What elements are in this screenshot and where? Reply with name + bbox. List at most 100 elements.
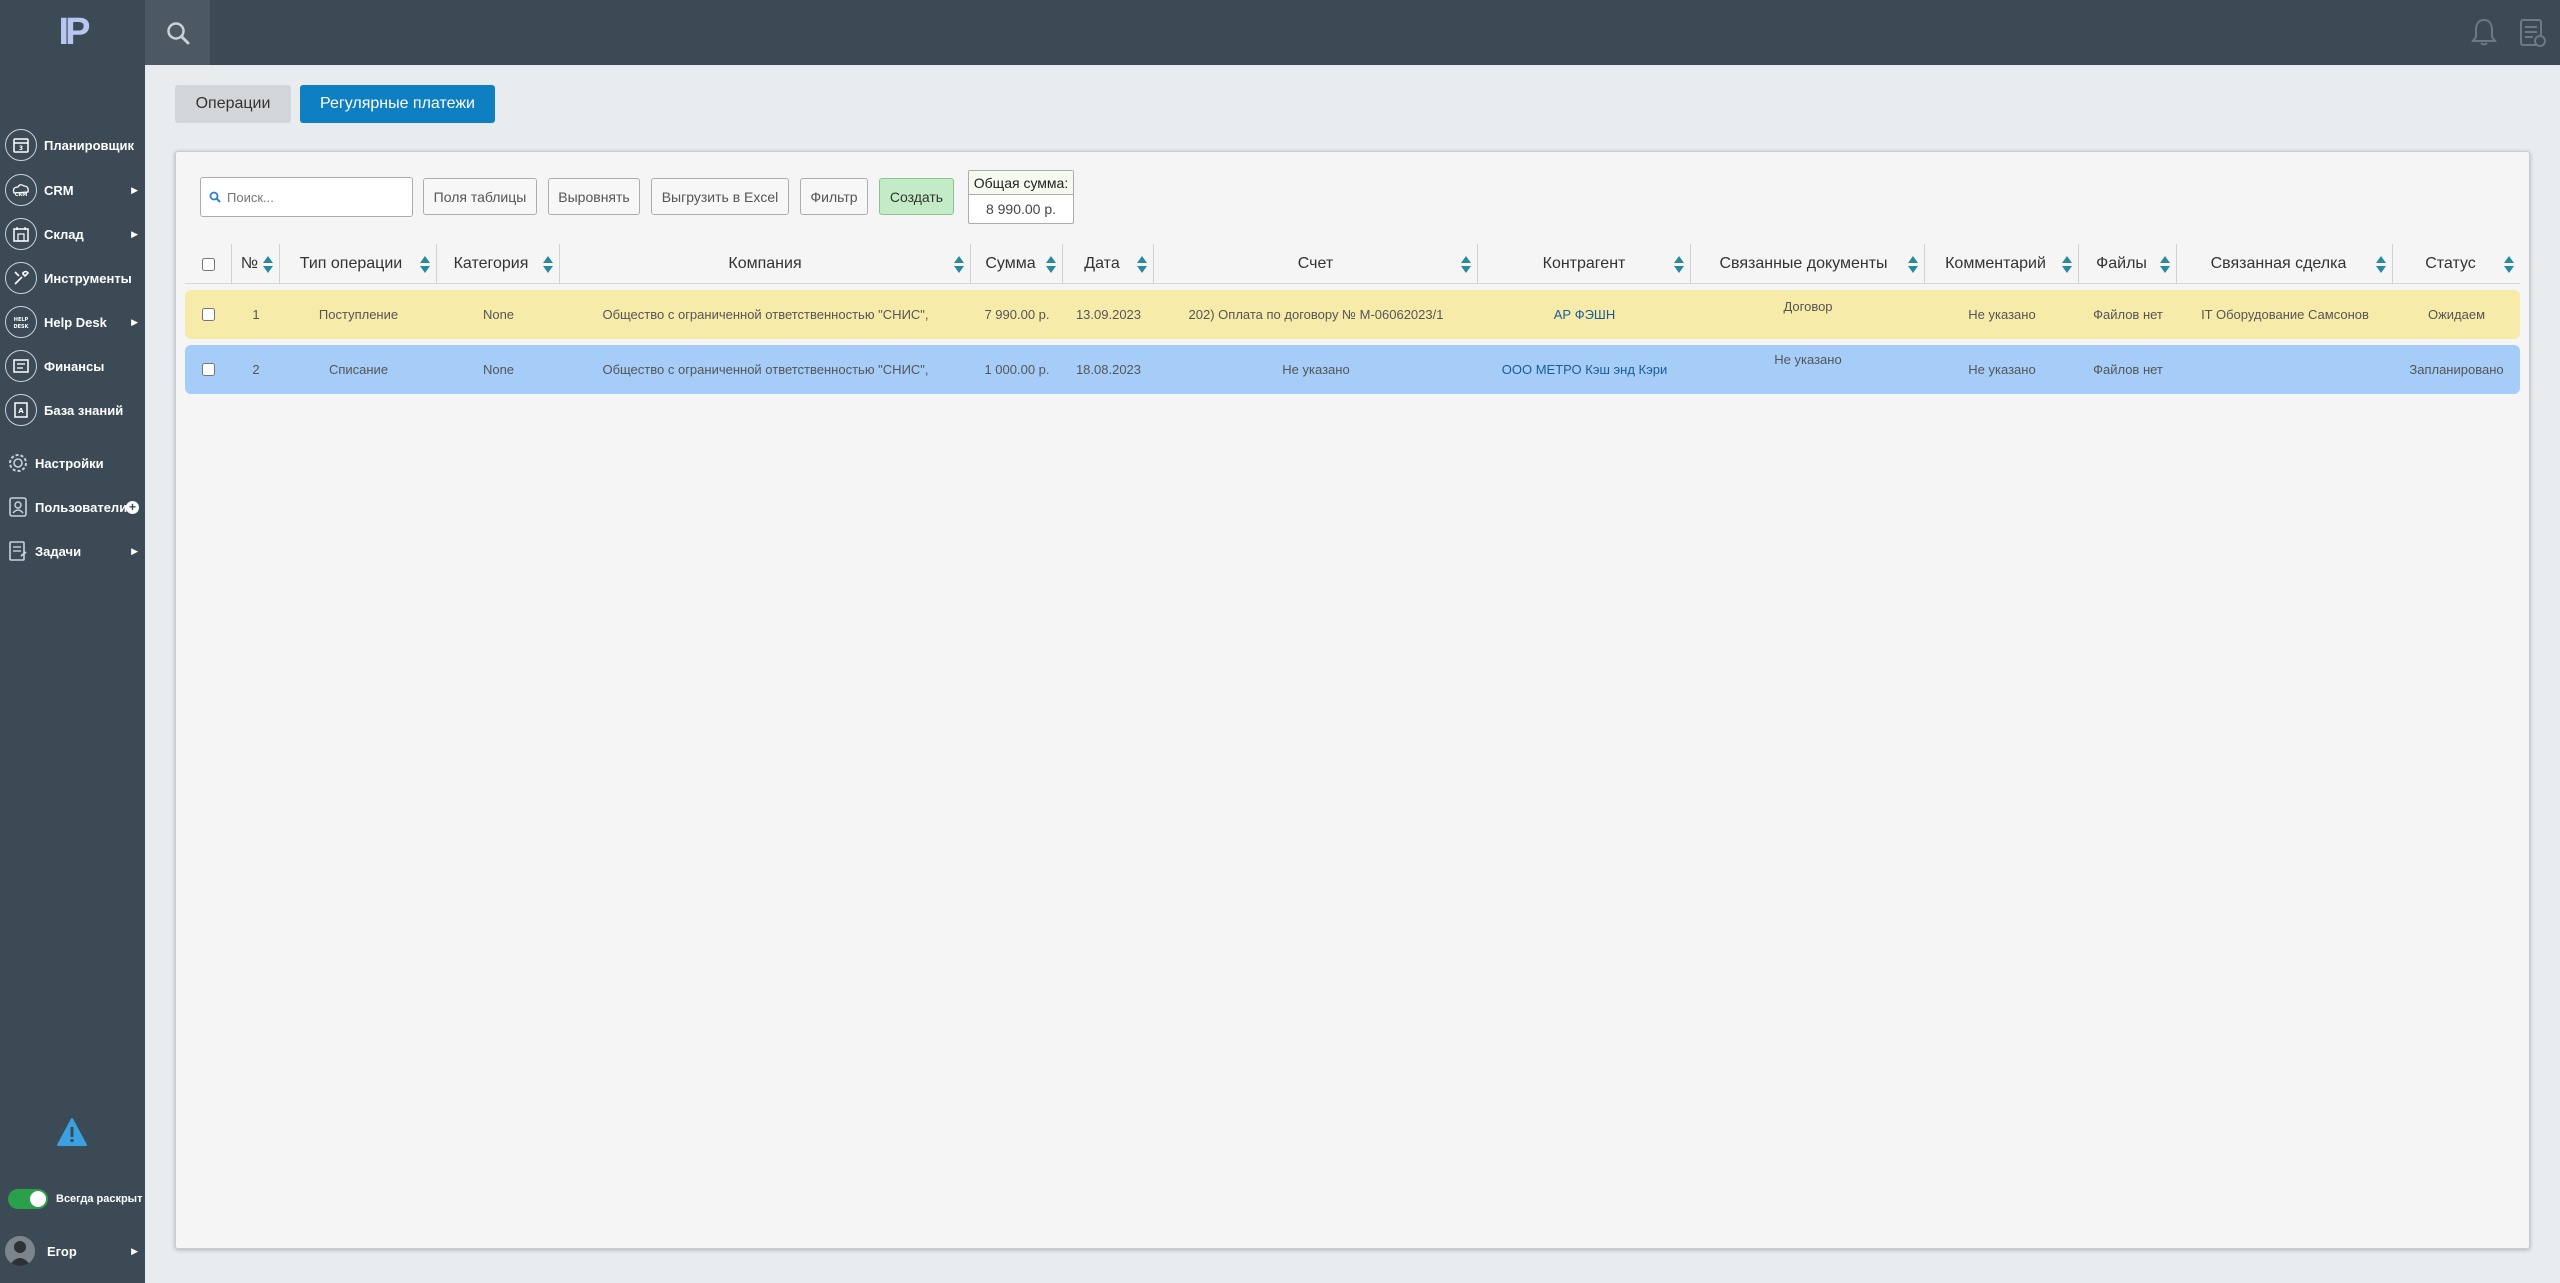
column-docs[interactable]: Связанные документы [1691, 244, 1925, 284]
sidebar-item-tasks[interactable]: Задачи ▶ [0, 531, 145, 571]
sort-icon[interactable] [1908, 256, 1918, 274]
table-row[interactable]: 2 Списание None Общество с ограниченной … [185, 345, 2520, 394]
sidebar-item-knowledge[interactable]: A База знаний [0, 390, 145, 430]
sidebar-item-finance[interactable]: Финансы [0, 346, 145, 386]
sidebar-item-label: CRM [44, 182, 74, 198]
column-sum[interactable]: Сумма [971, 244, 1063, 284]
top-bar: IP [0, 0, 2560, 65]
cell-type: Поступление [318, 307, 399, 322]
column-comment[interactable]: Комментарий [1925, 244, 2079, 284]
align-button[interactable]: Выровнять [548, 178, 640, 215]
sort-icon[interactable] [543, 256, 553, 274]
tab-regular-payments[interactable]: Регулярные платежи [300, 85, 495, 123]
sidebar-item-label: Планировщик [44, 137, 135, 153]
column-label: Сумма [985, 255, 1036, 272]
warehouse-icon [5, 218, 37, 250]
tasks-list-button[interactable] [2514, 14, 2550, 50]
sidebar-item-planner[interactable]: 3 Планировщик [0, 125, 145, 165]
sidebar-item-settings[interactable]: Настройки [0, 443, 145, 483]
row-checkbox[interactable] [202, 363, 215, 376]
column-label: Тип операции [299, 255, 403, 272]
cell-category: None [482, 362, 515, 377]
search-icon [209, 191, 221, 203]
related-deal-link[interactable]: IT Оборудование Самсонов [2177, 290, 2393, 339]
column-date[interactable]: Дата [1063, 244, 1154, 284]
sort-icon[interactable] [1461, 256, 1471, 274]
counterparty-link[interactable]: АР ФЭШН [1478, 290, 1691, 339]
sort-icon[interactable] [954, 256, 964, 274]
column-company[interactable]: Компания [560, 244, 971, 284]
tasks-icon [5, 535, 31, 567]
search-field[interactable] [225, 188, 405, 206]
cell-sum: 1 000.00 р. [984, 362, 1050, 377]
always-expanded-row: Всегда раскрыт [8, 1189, 142, 1209]
gear-icon [5, 447, 31, 479]
column-label: Компания [728, 255, 802, 272]
column-type[interactable]: Тип операции [280, 244, 437, 284]
cell-type: Списание [328, 362, 389, 377]
column-deal[interactable]: Связанная сделка [2177, 244, 2393, 284]
expand-arrow-icon: ▶ [131, 1245, 138, 1256]
related-docs-link[interactable]: Не указано [1691, 345, 1925, 394]
column-num[interactable]: № [232, 244, 280, 284]
user-menu[interactable]: Егор ▶ [0, 1233, 145, 1269]
sort-icon[interactable] [2376, 256, 2386, 274]
sidebar: 3 Планировщик CRM CRM ▶ Склад ▶ Инструме… [0, 65, 145, 1283]
related-docs-link[interactable]: Договор [1691, 290, 1925, 339]
column-account[interactable]: Счет [1154, 244, 1478, 284]
add-user-button[interactable]: + [126, 500, 139, 514]
sidebar-item-tools[interactable]: Инструменты [0, 258, 145, 298]
create-button[interactable]: Создать [879, 178, 954, 215]
column-counterparty[interactable]: Контрагент [1478, 244, 1691, 284]
sidebar-item-label: Настройки [35, 455, 104, 471]
cell-account: Не указано [1282, 362, 1350, 377]
column-status[interactable]: Статус [2393, 244, 2520, 284]
table-fields-button[interactable]: Поля таблицы [423, 178, 537, 215]
column-label: Связанные документы [1719, 255, 1888, 272]
cell-files: Файлов нет [2093, 307, 2163, 322]
tools-icon [5, 262, 37, 294]
total-sum-box: Общая сумма: 8 990.00 р. [968, 170, 1074, 224]
app-logo[interactable]: IP [0, 0, 145, 65]
search-input[interactable] [200, 177, 413, 217]
counterparty-link[interactable]: ООО МЕТРО Кэш энд Кэри [1478, 345, 1691, 394]
column-category[interactable]: Категория [437, 244, 560, 284]
sidebar-item-label: Финансы [44, 358, 105, 374]
filter-button[interactable]: Фильтр [800, 178, 868, 215]
sidebar-item-label: Склад [44, 226, 84, 242]
table-header: № Тип операции Категория Компания Сумма … [185, 244, 2520, 284]
helpdesk-icon: HELP DESK [5, 306, 37, 338]
sidebar-item-crm[interactable]: CRM CRM ▶ [0, 170, 145, 210]
sort-icon[interactable] [2504, 256, 2514, 274]
sort-icon[interactable] [420, 256, 430, 274]
sidebar-item-warehouse[interactable]: Склад ▶ [0, 214, 145, 254]
row-select-cell [185, 290, 232, 339]
sort-icon[interactable] [1046, 256, 1056, 274]
column-files[interactable]: Файлы [2079, 244, 2177, 284]
select-all-checkbox[interactable] [201, 257, 215, 271]
sort-icon[interactable] [2160, 256, 2170, 274]
total-sum-label: Общая сумма: [969, 171, 1073, 195]
sort-icon[interactable] [1137, 256, 1147, 274]
global-search-button[interactable] [145, 0, 210, 65]
cell-company: Общество с ограниченной ответственностью… [602, 307, 929, 322]
export-excel-button[interactable]: Выгрузить в Excel [651, 178, 789, 215]
always-expanded-label: Всегда раскрыт [56, 1193, 143, 1205]
tab-operations[interactable]: Операции [175, 85, 291, 123]
sort-icon[interactable] [1674, 256, 1684, 274]
table-row[interactable]: 1 Поступление None Общество с ограниченн… [185, 290, 2520, 339]
sort-icon[interactable] [2062, 256, 2072, 274]
sidebar-item-helpdesk[interactable]: HELP DESK Help Desk ▶ [0, 302, 145, 342]
notifications-button[interactable] [2466, 14, 2502, 50]
column-label: Категория [453, 255, 529, 272]
always-expanded-toggle[interactable] [8, 1189, 48, 1209]
related-deal-link[interactable] [2177, 345, 2393, 394]
sidebar-item-users[interactable]: Пользователи + [0, 487, 145, 527]
warning-icon[interactable] [56, 1117, 88, 1147]
sort-icon[interactable] [263, 256, 273, 274]
cell-sum: 7 990.00 р. [984, 307, 1050, 322]
clipboard-icon [2520, 19, 2546, 47]
sidebar-item-label: Задачи [35, 543, 82, 559]
row-checkbox[interactable] [202, 308, 215, 321]
sidebar-item-label: Пользователи [35, 499, 128, 515]
